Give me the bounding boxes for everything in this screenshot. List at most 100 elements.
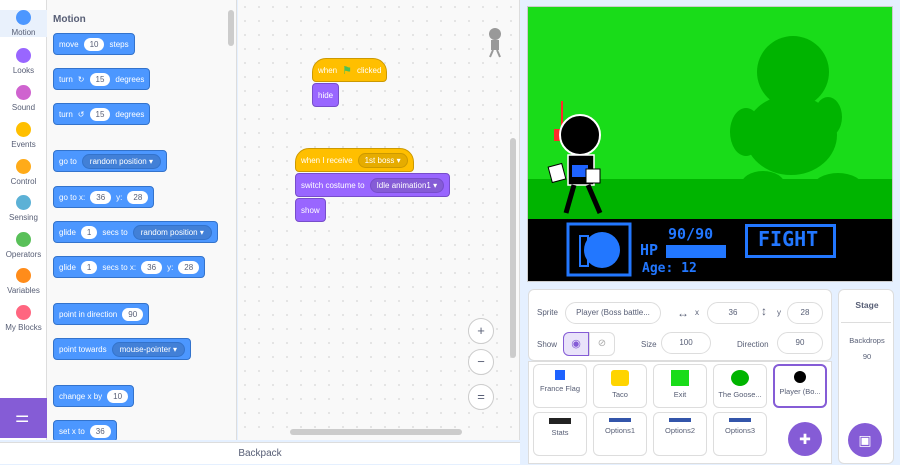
sprite-tile-selected[interactable]: Player (Bo... — [773, 364, 827, 408]
glide-target-dropdown[interactable]: random position ▾ — [132, 224, 212, 240]
category-my-blocks[interactable]: My Blocks — [0, 305, 47, 332]
block-text: turn — [59, 74, 73, 84]
category-motion[interactable]: Motion — [0, 10, 47, 37]
turn-left-block[interactable]: turn ↺ 15 degrees — [53, 103, 151, 125]
add-extension-button[interactable]: ⚌ — [0, 398, 47, 438]
zoom-reset-button[interactable]: = — [468, 384, 494, 410]
direction-label: Direction — [737, 340, 769, 349]
sprite-thumbnail — [609, 418, 631, 422]
turn-right-block[interactable]: turn ↻ 15 degrees — [53, 68, 151, 90]
category-events[interactable]: Events — [0, 122, 47, 149]
sprite-tile-label: Taco — [612, 390, 628, 399]
block-text: secs to — [102, 227, 128, 237]
dropdown-value: mouse-pointer — [119, 344, 171, 354]
category-sound[interactable]: Sound — [0, 85, 47, 112]
zoom-out-button[interactable]: − — [468, 349, 494, 375]
x-input[interactable]: 10 — [107, 389, 129, 403]
block-text: degrees — [115, 74, 145, 84]
dropdown-value: random position — [140, 227, 198, 237]
add-backdrop-button[interactable]: ▣ — [848, 423, 882, 457]
direction-input[interactable]: 90 — [122, 307, 144, 321]
category-control[interactable]: Control — [0, 159, 47, 186]
backdrops-count: 90 — [862, 352, 872, 361]
x-input[interactable]: 36 — [90, 190, 112, 204]
block-text: glide — [59, 227, 76, 237]
move-steps-block[interactable]: move 10 steps — [53, 33, 135, 55]
sprite-name-input[interactable]: Player (Boss battle... — [565, 302, 661, 324]
point-direction-block[interactable]: point in direction 90 — [53, 303, 150, 325]
when-flag-clicked-block[interactable]: when ⚑ clicked — [312, 58, 388, 82]
message-dropdown[interactable]: 1st boss ▾ — [357, 152, 408, 168]
degrees-input[interactable]: 15 — [89, 107, 111, 121]
sprite-tile[interactable]: Options3 — [713, 412, 767, 456]
y-input[interactable]: 28 — [127, 190, 149, 204]
sprite-tile[interactable]: The Goose... — [713, 364, 767, 408]
sprite-tile[interactable]: Stats — [533, 412, 587, 456]
sprite-tile-label: The Goose... — [718, 390, 762, 399]
player-sprite — [547, 101, 603, 214]
glide-xy-block[interactable]: glide 1 secs to x: 36 y: 28 — [53, 256, 206, 278]
glide-to-block[interactable]: glide 1 secs to random position ▾ — [53, 221, 218, 243]
x-position-input[interactable]: 36 — [707, 302, 759, 324]
looks-dot-icon — [16, 48, 31, 63]
secs-input[interactable]: 1 — [80, 225, 98, 239]
secs-input[interactable]: 1 — [80, 260, 98, 274]
category-variables[interactable]: Variables — [0, 268, 47, 295]
go-to-xy-block[interactable]: go to x: 36 y: 28 — [53, 186, 155, 208]
y-input[interactable]: 28 — [178, 260, 200, 274]
palette-title: Motion — [53, 14, 86, 25]
backpack-bar[interactable]: Backpack — [0, 442, 520, 464]
show-block[interactable]: show — [295, 198, 326, 222]
switch-costume-block[interactable]: switch costume to Idle animation1 ▾ — [295, 173, 451, 197]
hide-block[interactable]: hide — [312, 83, 340, 107]
block-text: when — [318, 65, 338, 75]
go-to-block[interactable]: go to random position ▾ — [53, 150, 167, 172]
rotate-left-icon: ↺ — [77, 109, 85, 119]
palette-scrollbar[interactable] — [228, 10, 234, 46]
sprite-tile[interactable]: Options2 — [653, 412, 707, 456]
x-arrows-icon: ↔ — [677, 306, 689, 320]
x-input[interactable]: 36 — [141, 260, 163, 274]
category-menu: Motion Looks Sound Events Control Sensin… — [0, 0, 47, 440]
fight-label: FIGHT — [758, 227, 819, 251]
zoom-out-icon: − — [477, 354, 485, 369]
direction-input[interactable]: 90 — [777, 332, 823, 354]
block-text: point towards — [59, 344, 107, 354]
costume-dropdown[interactable]: Idle animation1 ▾ — [369, 177, 445, 193]
goto-target-dropdown[interactable]: random position ▾ — [81, 153, 161, 169]
towards-dropdown[interactable]: mouse-pointer ▾ — [111, 341, 185, 357]
point-towards-block[interactable]: point towards mouse-pointer ▾ — [53, 338, 191, 360]
stage-selector[interactable]: Stage Backdrops 90 ▣ — [838, 289, 894, 464]
category-label: Sensing — [9, 213, 38, 222]
sensing-dot-icon — [16, 195, 31, 210]
my-blocks-dot-icon — [16, 305, 31, 320]
y-position-input[interactable]: 28 — [787, 302, 823, 324]
size-input[interactable]: 100 — [661, 332, 711, 354]
zoom-in-button[interactable]: + — [468, 318, 494, 344]
degrees-input[interactable]: 15 — [89, 72, 111, 86]
sprite-tile[interactable]: France Flag — [533, 364, 587, 408]
show-hidden-button[interactable]: ⊘ — [589, 332, 615, 356]
script-area[interactable]: when ⚑ clicked hide when I receive 1st boss… — [238, 0, 520, 440]
sprite-tile[interactable]: Exit — [653, 364, 707, 408]
when-i-receive-block[interactable]: when I receive 1st boss ▾ — [295, 148, 414, 172]
category-looks[interactable]: Looks — [0, 48, 47, 75]
vertical-scrollbar[interactable] — [510, 138, 516, 358]
dropdown-value: Idle animation1 — [376, 180, 431, 190]
change-x-block[interactable]: change x by 10 — [53, 385, 135, 407]
hp-label: HP — [640, 241, 659, 259]
steps-input[interactable]: 10 — [83, 37, 105, 51]
add-sprite-button[interactable]: ✚ — [788, 422, 822, 456]
category-sensing[interactable]: Sensing — [0, 195, 47, 222]
x-input[interactable]: 36 — [89, 424, 111, 438]
horizontal-scrollbar[interactable] — [290, 429, 462, 435]
stage-canvas[interactable]: 90/90 HP Age: 12 FIGHT — [527, 6, 893, 282]
show-visible-button[interactable]: ◉ — [563, 332, 589, 356]
category-operators[interactable]: Operators — [0, 232, 47, 259]
zoom-in-icon: + — [477, 323, 485, 338]
set-x-block[interactable]: set x to 36 — [53, 420, 117, 440]
block-text: move — [59, 39, 79, 49]
motion-dot-icon — [16, 10, 31, 25]
sprite-tile[interactable]: Taco — [593, 364, 647, 408]
sprite-tile[interactable]: Options1 — [593, 412, 647, 456]
